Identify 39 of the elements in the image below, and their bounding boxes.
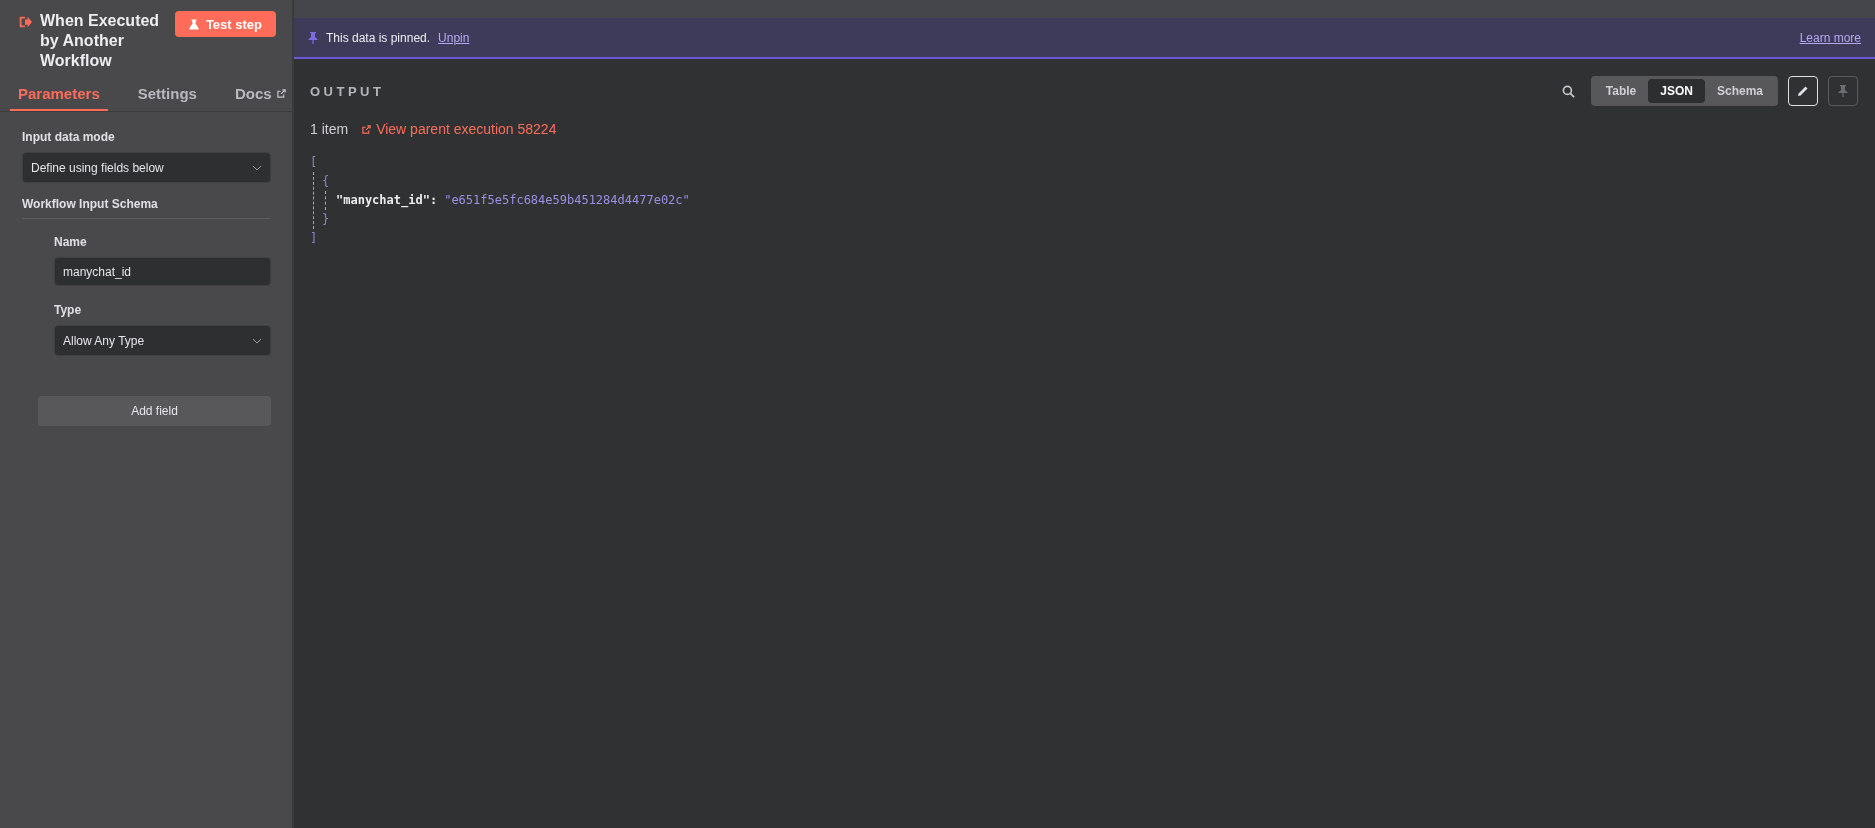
section-heading: Workflow Input Schema [22,197,159,211]
name-input[interactable]: manychat_id [54,257,271,286]
json-value: "e651f5e5fc684e59b451284d4477e02c" [444,193,690,207]
test-step-button[interactable]: Test step [174,11,276,37]
search-icon[interactable] [1561,84,1575,98]
pencil-icon [1797,85,1809,97]
panel-tab[interactable]: Settings [129,85,205,111]
type-dropdown[interactable]: Allow Any Type [54,325,271,356]
chevron-down-icon [252,164,262,171]
field-label: Input data mode [22,130,116,144]
flask-icon [188,18,199,30]
json-brace: { [322,173,331,190]
exit-arrow-icon [18,15,32,29]
json-brace: } [322,211,331,228]
input-data-mode-dropdown[interactable]: Define using fields below [22,152,271,183]
json-bracket: [ [310,154,319,171]
pin-icon [308,31,318,44]
external-link-icon [362,124,372,134]
json-key: "manychat_id": [336,193,438,207]
panel-tab[interactable]: Docs [226,85,294,111]
output-heading: OUTPUT [310,83,385,99]
panel-tab[interactable]: Parameters [10,85,108,111]
node-title: When Executed by Another Workflow [40,11,161,71]
view-mode-tab[interactable]: Table [1593,79,1649,103]
pin-icon [1838,85,1848,97]
unpin-link[interactable]: Unpin [438,30,470,45]
parent-execution-link[interactable]: View parent execution 58224 [362,121,557,137]
banner-text: This data is pinned. [326,30,431,45]
add-field-button[interactable]: Add field [38,396,271,426]
json-bracket: ] [310,230,319,247]
chevron-down-icon [252,337,262,344]
field-label: Name [54,235,88,249]
learn-more-link[interactable]: Learn more [1799,30,1861,45]
item-count: 1 item [310,121,349,137]
edit-button[interactable] [1788,76,1818,106]
view-mode-tab[interactable]: Schema [1704,79,1775,103]
field-label: Type [54,303,83,317]
view-mode-tab[interactable]: JSON [1648,79,1705,103]
external-link-icon [276,89,286,98]
